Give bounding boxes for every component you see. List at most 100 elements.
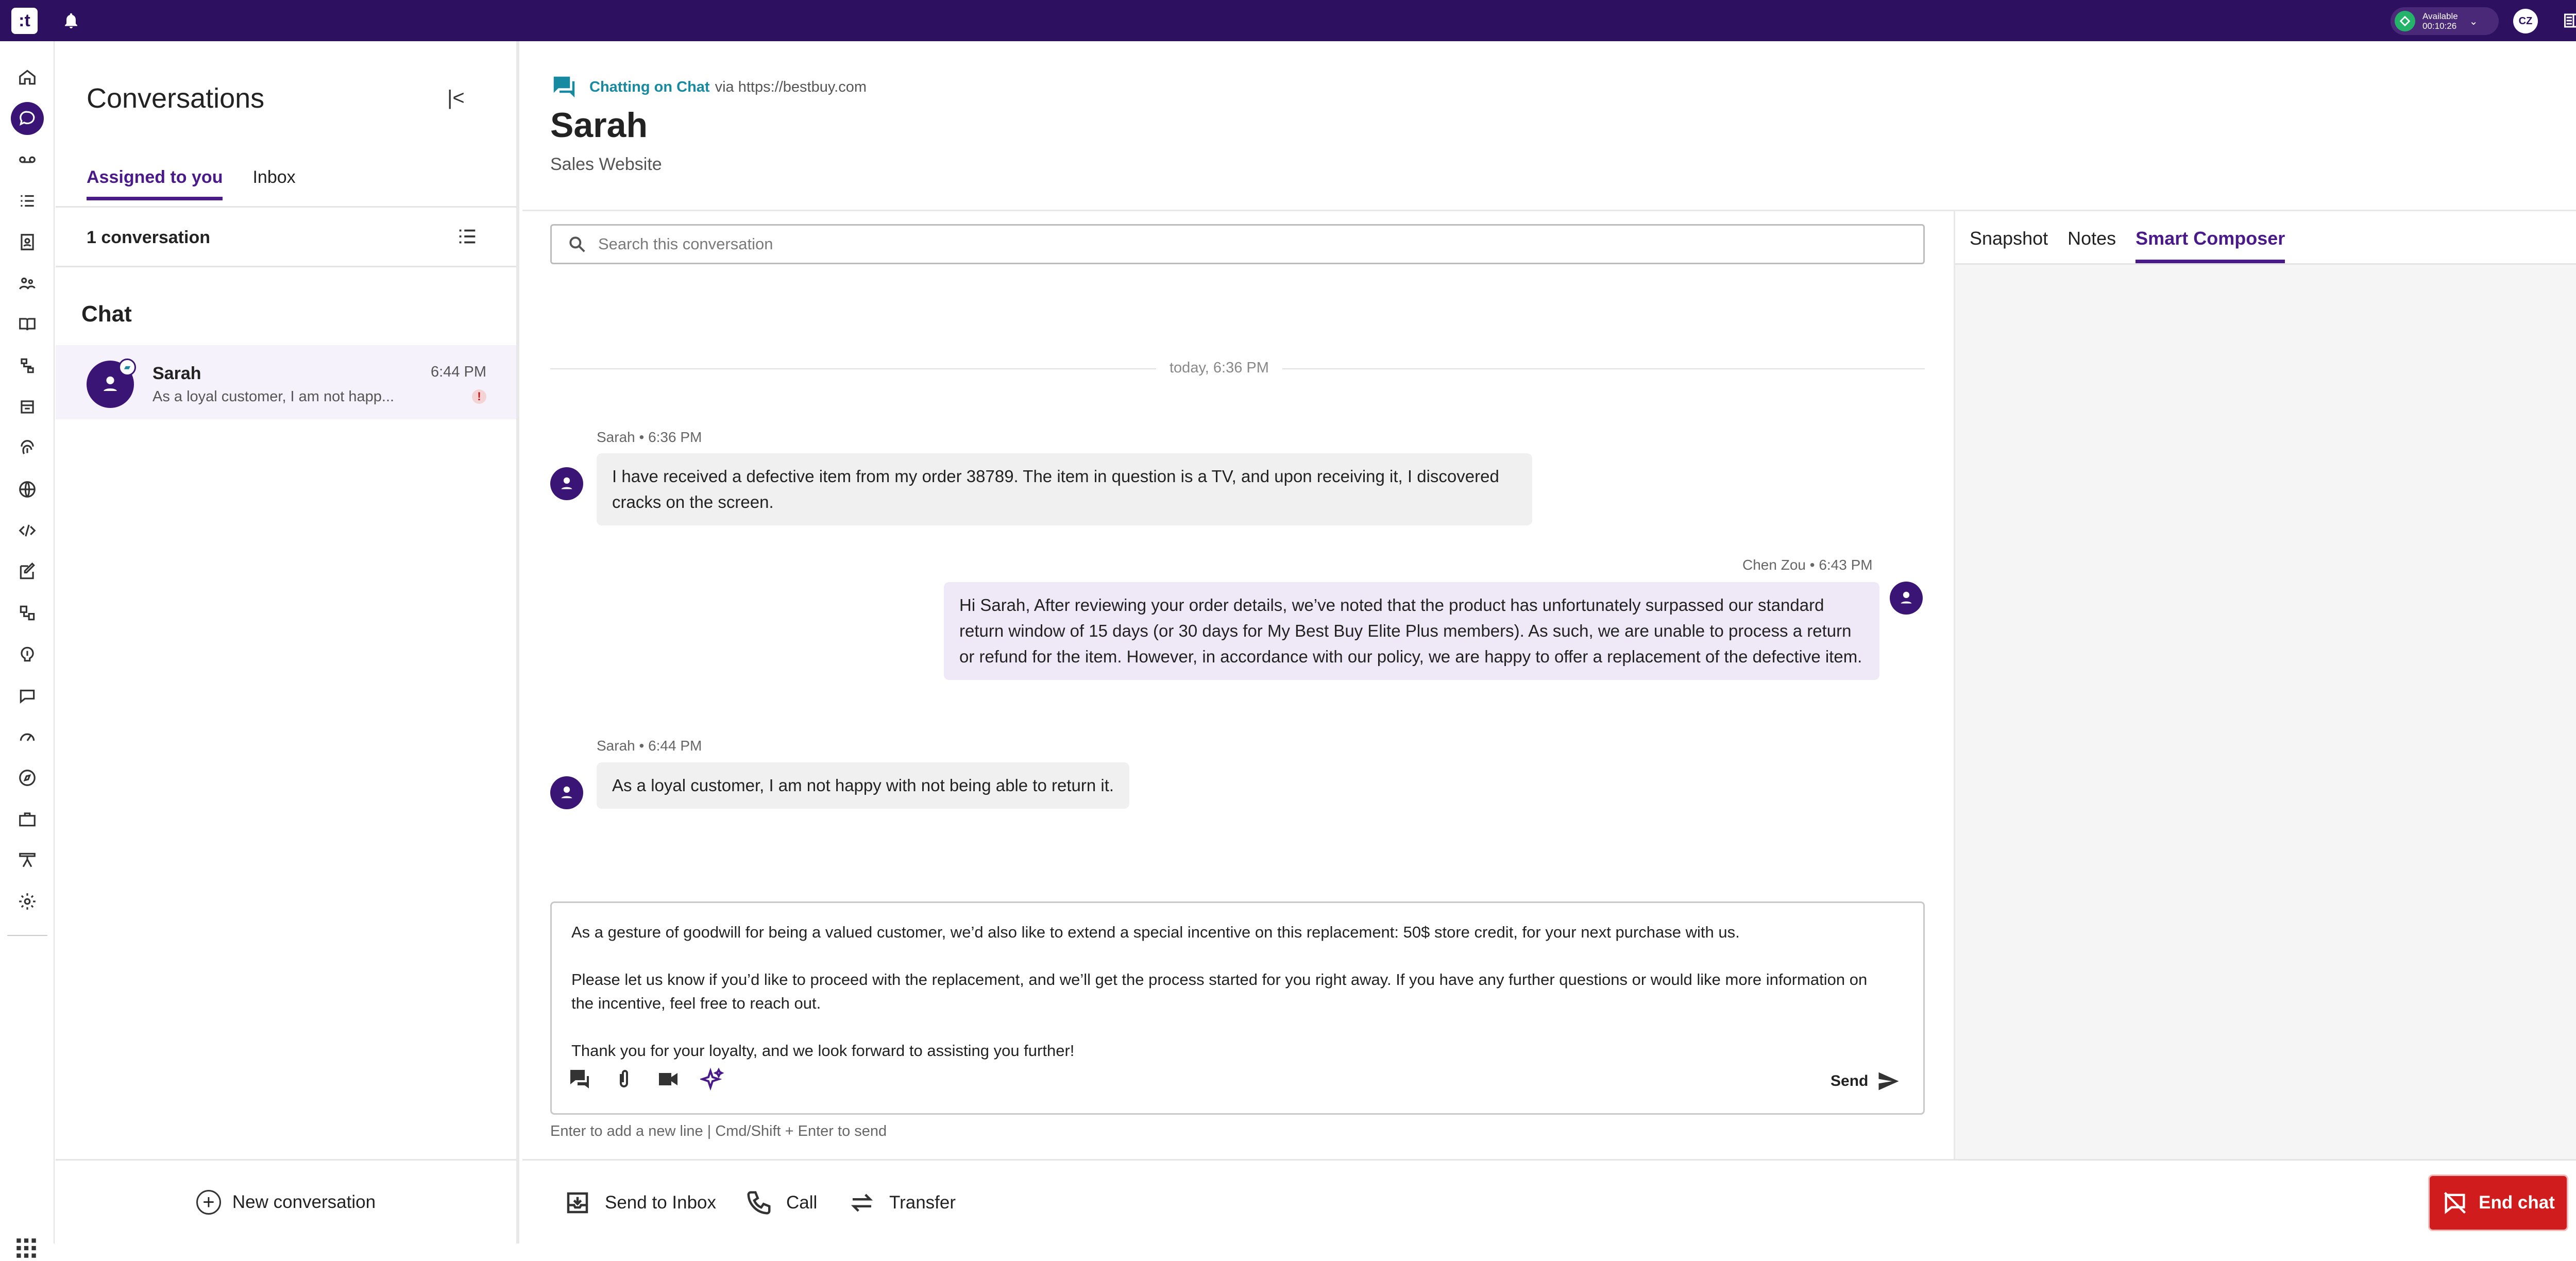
teams-icon[interactable]	[11, 267, 44, 300]
end-chat-icon	[2444, 1191, 2466, 1214]
agent-avatar	[1890, 582, 1923, 615]
user-avatar[interactable]: CZ	[2513, 9, 2538, 33]
ai-brain-icon[interactable]	[11, 638, 44, 671]
transfer-button[interactable]: Transfer	[848, 1161, 956, 1245]
tab-assigned-to-you[interactable]: Assigned to you	[87, 167, 223, 200]
main-area: Chatting on Chat via https://bestbuy.com…	[522, 41, 2576, 1243]
search-placeholder: Search this conversation	[598, 235, 773, 253]
message-thread: today, 6:36 PM Sarah • 6:36 PM I have re…	[522, 276, 1954, 922]
apps-grid-icon[interactable]	[13, 1235, 39, 1261]
transfer-label: Transfer	[889, 1192, 956, 1213]
customer-name: Sarah	[550, 106, 648, 145]
new-conversation-label: New conversation	[232, 1191, 376, 1212]
message-meta: Chen Zou • 6:43 PM	[1742, 557, 1873, 573]
tab-snapshot[interactable]: Snapshot	[1970, 228, 2048, 263]
search-conversation-input[interactable]: Search this conversation	[550, 224, 1925, 264]
code-icon[interactable]	[11, 514, 44, 547]
edit-icon[interactable]	[11, 555, 44, 588]
message-meta: Sarah • 6:44 PM	[597, 738, 702, 754]
app-logo[interactable]: :t	[11, 8, 38, 34]
day-label: today, 6:36 PM	[1156, 360, 1282, 377]
composer-paragraph: Please let us know if you’d like to proc…	[571, 970, 1868, 1012]
nav-rail	[0, 41, 55, 1258]
side-panel-icon[interactable]	[2563, 11, 2576, 30]
transfer-arrows-icon	[851, 1194, 873, 1212]
dashboard-icon[interactable]	[11, 720, 44, 753]
customer-avatar	[550, 467, 583, 500]
composer-paragraph: As a gesture of goodwill for being a val…	[571, 923, 1740, 941]
available-status-icon	[2395, 11, 2415, 31]
conversation-count: 1 conversation	[87, 228, 210, 247]
phone-icon	[747, 1191, 771, 1215]
composer-paragraph: Thank you for your loyalty, and we look …	[571, 1042, 1075, 1060]
status-label: Available	[2422, 11, 2458, 21]
conversations-panel: Conversations |< Assigned to you Inbox 1…	[56, 41, 519, 1243]
chevron-down-icon: ⌄	[2469, 15, 2478, 27]
training-icon[interactable]	[11, 844, 44, 877]
ai-sparkle-icon[interactable]	[700, 1067, 725, 1092]
conversation-name: Sarah	[152, 364, 201, 383]
globe-icon[interactable]	[11, 473, 44, 506]
voicemail-icon[interactable]	[11, 143, 44, 176]
automation-icon[interactable]	[11, 597, 44, 629]
call-label: Call	[786, 1192, 818, 1213]
status-selector[interactable]: Available 00:10:26 ⌄	[2391, 7, 2499, 35]
customer-avatar	[550, 776, 583, 809]
new-conversation-button[interactable]: + New conversation	[56, 1159, 516, 1243]
sort-list-icon[interactable]	[455, 225, 479, 248]
collapse-panel-icon[interactable]: |<	[447, 87, 465, 110]
smart-composer-panel: Snapshot Notes Smart Composer	[1954, 211, 2576, 1159]
send-label: Send	[1831, 1072, 1869, 1089]
fingerprint-icon[interactable]	[11, 432, 44, 465]
plus-circle-icon: +	[196, 1189, 221, 1215]
divider	[56, 266, 516, 267]
conversation-time: 6:44 PM	[431, 364, 486, 380]
tasks-icon[interactable]	[11, 184, 44, 217]
inbox-icon	[567, 1192, 588, 1214]
send-arrow-icon	[1878, 1072, 1899, 1090]
message-bubble: I have received a defective item from my…	[597, 453, 1532, 525]
conversation-preview: As a loyal customer, I am not happ...	[152, 388, 395, 405]
status-timer: 00:10:26	[2422, 21, 2457, 31]
message-bubble: Hi Sarah, After reviewing your order det…	[944, 582, 1879, 680]
end-chat-button[interactable]: End chat	[2430, 1176, 2567, 1230]
call-button[interactable]: Call	[745, 1161, 817, 1245]
alert-icon: !	[472, 389, 486, 404]
attachment-icon[interactable]	[612, 1067, 636, 1092]
conversation-header: Chatting on Chat via https://bestbuy.com…	[522, 41, 2576, 211]
customer-source: Sales Website	[550, 155, 662, 174]
composer-text[interactable]: As a gesture of goodwill for being a val…	[571, 921, 1890, 1086]
send-to-inbox-label: Send to Inbox	[605, 1192, 716, 1213]
home-icon[interactable]	[11, 61, 44, 94]
conversations-title: Conversations	[87, 83, 265, 114]
chat-channel-icon	[553, 76, 575, 98]
knowledge-book-icon[interactable]	[11, 308, 44, 341]
top-bar: :t Available 00:10:26 ⌄ CZ	[0, 0, 2576, 41]
message-bubble: As a loyal customer, I am not happy with…	[597, 762, 1130, 809]
send-button[interactable]: Send	[1831, 1068, 1902, 1095]
canned-response-icon[interactable]	[567, 1067, 592, 1092]
message-meta: Sarah • 6:36 PM	[597, 429, 702, 445]
tab-notes[interactable]: Notes	[2067, 228, 2116, 263]
conversation-list-item[interactable]: ▰ Sarah As a loyal customer, I am not ha…	[56, 345, 516, 419]
channel-label: Chatting on Chat	[589, 78, 710, 95]
flows-icon[interactable]	[11, 349, 44, 382]
chat-bubble-icon[interactable]	[11, 679, 44, 712]
bell-icon[interactable]	[62, 11, 80, 30]
divider	[56, 206, 516, 208]
contacts-icon[interactable]	[11, 226, 44, 259]
message-composer[interactable]: As a gesture of goodwill for being a val…	[550, 901, 1925, 1115]
chat-channel-icon: ▰	[118, 359, 136, 376]
send-to-inbox-button[interactable]: Send to Inbox	[564, 1161, 716, 1245]
rail-divider	[7, 935, 47, 936]
tab-inbox[interactable]: Inbox	[252, 167, 295, 200]
video-icon[interactable]	[656, 1067, 681, 1092]
section-heading-chat: Chat	[81, 301, 132, 327]
composer-hint: Enter to add a new line | Cmd/Shift + En…	[550, 1123, 887, 1139]
tab-smart-composer[interactable]: Smart Composer	[2136, 228, 2285, 263]
database-icon[interactable]	[11, 390, 44, 423]
compass-icon[interactable]	[11, 761, 44, 794]
conversations-icon[interactable]	[11, 102, 44, 135]
settings-gear-icon[interactable]	[11, 885, 44, 918]
briefcase-icon[interactable]	[11, 803, 44, 836]
